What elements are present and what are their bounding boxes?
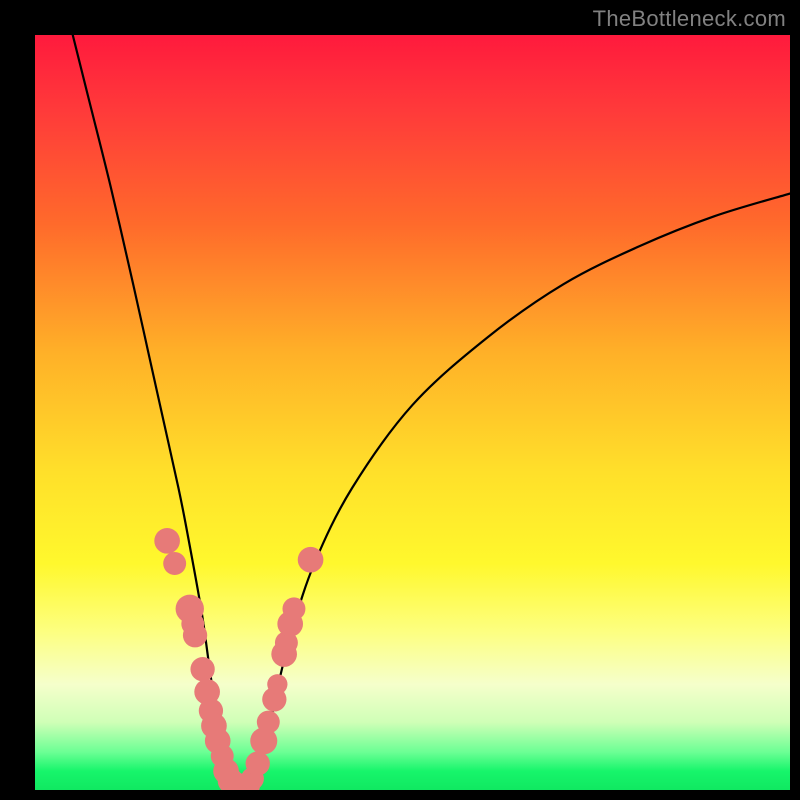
sample-dot [218, 768, 244, 790]
sample-dot [228, 773, 255, 790]
sample-dots-group [154, 528, 323, 790]
sample-dot [176, 595, 204, 623]
sample-dot [190, 657, 214, 681]
chart-frame: TheBottleneck.com [0, 0, 800, 800]
sample-dot [234, 773, 260, 790]
sample-dot [271, 641, 297, 667]
sample-dot [262, 687, 286, 711]
sample-dot [211, 745, 234, 768]
sample-dot [241, 767, 264, 790]
sample-dot [181, 612, 204, 635]
sample-dot [275, 631, 298, 654]
sample-dot [205, 728, 231, 754]
sample-dot [201, 713, 227, 739]
sample-dot [282, 597, 305, 620]
sample-dot [298, 547, 324, 573]
sample-dot [250, 727, 277, 754]
sample-dot [267, 674, 287, 694]
watermark-text: TheBottleneck.com [593, 6, 786, 32]
sample-dot [183, 623, 207, 647]
bottleneck-curve [73, 35, 790, 790]
sample-dot [199, 699, 223, 723]
sample-dot [154, 528, 180, 554]
sample-dot [213, 758, 239, 784]
plot-area [35, 35, 790, 790]
chart-svg [35, 35, 790, 790]
sample-dot [257, 711, 280, 734]
sample-dot [194, 679, 220, 705]
sample-dot [163, 552, 186, 575]
sample-dot [222, 772, 249, 790]
sample-dot [246, 751, 270, 775]
sample-dot [277, 611, 303, 637]
